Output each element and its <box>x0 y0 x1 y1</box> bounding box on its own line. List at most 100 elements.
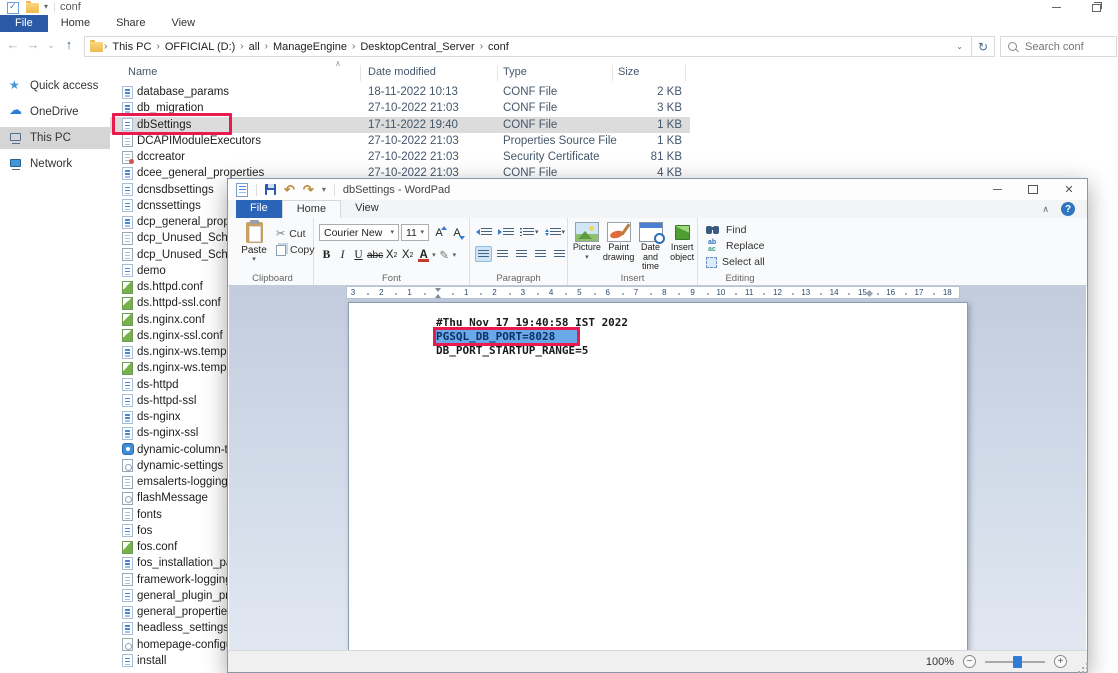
file-type-icon-conf <box>122 394 133 407</box>
zoom-slider-thumb[interactable] <box>1013 656 1022 668</box>
list-button[interactable]: ▾ <box>519 224 540 240</box>
properties-check-icon[interactable] <box>7 2 19 14</box>
search-box[interactable] <box>1000 36 1117 57</box>
sidebar-item-this-pc[interactable]: This PC <box>0 127 110 149</box>
explorer-minimize-button[interactable] <box>1040 0 1072 15</box>
computer-icon <box>9 131 23 145</box>
date-and-time-button[interactable]: Date and time <box>636 222 666 272</box>
breadcrumb-segment[interactable]: all <box>245 41 264 53</box>
recent-locations-dropdown-icon[interactable]: ⌄ <box>42 40 60 51</box>
wordpad-tab-home[interactable]: Home <box>282 200 341 218</box>
document-page[interactable]: #Thu Nov 17 19:40:58 IST 2022PGSQL_DB_PO… <box>348 302 968 651</box>
breadcrumb-segment[interactable]: OFFICIAL (D:) <box>161 41 239 53</box>
paste-button[interactable]: Paste ▾ <box>237 222 271 263</box>
explorer-tab-view[interactable]: View <box>158 15 208 32</box>
wordpad-tab-view[interactable]: View <box>341 200 393 218</box>
right-indent-marker[interactable] <box>866 290 873 297</box>
explorer-tab-share[interactable]: Share <box>103 15 158 32</box>
copy-button[interactable]: Copy <box>276 242 315 258</box>
cut-button[interactable]: ✂Cut <box>276 226 315 242</box>
customize-toolbar-dropdown-icon[interactable]: ▾ <box>322 185 326 194</box>
font-size-select[interactable]: 11▾ <box>401 224 429 241</box>
file-row[interactable]: dccreator 27-10-2022 21:03 Security Cert… <box>110 149 1118 165</box>
justify-button[interactable] <box>532 246 549 262</box>
save-button[interactable] <box>265 184 276 195</box>
address-dropdown-icon[interactable]: ⌄ <box>956 42 966 51</box>
wordpad-maximize-button[interactable] <box>1015 179 1051 200</box>
paint-drawing-button[interactable]: Paint drawing <box>604 222 634 272</box>
file-type-icon-green <box>122 362 133 375</box>
superscript-button[interactable]: X2 <box>400 247 415 263</box>
forward-button[interactable]: → <box>24 37 42 52</box>
column-header-date-modified[interactable]: Date modified <box>368 66 436 78</box>
column-header-size[interactable]: Size <box>618 66 682 78</box>
resize-grip[interactable] <box>1082 667 1084 669</box>
picture-button[interactable]: Picture ▾ <box>572 222 602 272</box>
decrease-indent-button[interactable] <box>475 224 493 240</box>
selected-text[interactable]: PGSQL_DB_PORT=8028 <box>436 330 577 343</box>
undo-button[interactable]: ↶ <box>284 183 295 196</box>
font-family-select[interactable]: Courier New▾ <box>319 224 399 241</box>
file-row[interactable]: database_params 18-11-2022 10:13 CONF Fi… <box>110 84 1118 100</box>
help-button[interactable]: ? <box>1061 202 1075 216</box>
align-right-button[interactable] <box>513 246 530 262</box>
highlight-color-button[interactable]: ✎ <box>437 247 452 263</box>
file-row[interactable]: DCAPIModuleExecutors 27-10-2022 21:03 Pr… <box>110 133 1118 149</box>
network-icon <box>9 157 23 171</box>
collapse-ribbon-icon[interactable]: ∧ <box>1042 204 1049 215</box>
paint-icon <box>607 222 631 242</box>
find-button[interactable]: Find <box>706 223 782 237</box>
zoom-slider[interactable] <box>985 661 1045 663</box>
explorer-restore-button[interactable] <box>1080 0 1112 15</box>
wordpad-close-button[interactable]: ✕ <box>1051 179 1087 200</box>
back-button[interactable]: ← <box>4 37 22 52</box>
underline-button[interactable]: U <box>351 247 366 263</box>
file-row[interactable]: db_migration 27-10-2022 21:03 CONF File … <box>110 100 1118 116</box>
search-input[interactable] <box>1023 40 1107 54</box>
redo-button[interactable]: ↷ <box>303 183 314 196</box>
select-all-button[interactable]: Select all <box>706 255 782 269</box>
strikethrough-button[interactable]: abc <box>367 247 383 263</box>
font-color-button[interactable]: A <box>416 247 431 263</box>
insert-object-button[interactable]: Insert object <box>667 222 697 272</box>
breadcrumb-segment[interactable]: DesktopCentral_Server <box>356 41 478 53</box>
document-text[interactable]: #Thu Nov 17 19:40:58 IST 2022PGSQL_DB_PO… <box>436 316 628 358</box>
wordpad-minimize-button[interactable] <box>979 179 1015 200</box>
italic-button[interactable]: I <box>335 247 350 263</box>
ruler[interactable]: 321123456789101112131415161718 <box>346 286 960 299</box>
sidebar-item-onedrive[interactable]: OneDrive <box>0 101 110 123</box>
group-label-clipboard: Clipboard <box>232 273 313 284</box>
subscript-button[interactable]: X2 <box>384 247 399 263</box>
breadcrumb-segment[interactable]: conf <box>484 41 513 53</box>
breadcrumb-segment[interactable]: This PC <box>108 41 155 53</box>
insert-group: Picture ▾ Paint drawing Date and time In… <box>568 218 698 285</box>
wordpad-tab-file[interactable]: File <box>236 200 282 218</box>
replace-button[interactable]: Replace <box>706 239 782 253</box>
grow-font-button[interactable]: A <box>431 225 447 241</box>
indent-marker[interactable] <box>435 288 441 298</box>
increase-indent-button[interactable] <box>497 224 515 240</box>
column-header-name[interactable]: Name <box>128 66 157 78</box>
zoom-out-button[interactable]: − <box>963 655 976 668</box>
align-center-button[interactable] <box>494 246 511 262</box>
zoom-in-button[interactable]: + <box>1054 655 1067 668</box>
sort-ascending-icon[interactable]: ∧ <box>335 59 341 68</box>
shrink-font-button[interactable]: A <box>449 225 465 241</box>
file-type-icon-unknown <box>122 492 133 505</box>
up-button[interactable]: ↑ <box>60 37 78 52</box>
line-spacing-button[interactable]: ▾ <box>544 224 567 240</box>
column-header-type[interactable]: Type <box>503 66 527 78</box>
refresh-button[interactable]: ↻ <box>972 36 995 57</box>
align-left-button[interactable] <box>475 246 492 262</box>
sidebar-item-quick-access[interactable]: Quick access <box>0 75 110 97</box>
sidebar-item-network[interactable]: Network <box>0 153 110 175</box>
explorer-tab-file[interactable]: File <box>0 15 48 32</box>
explorer-address-row: ← → ⌄ ↑ › This PC›OFFICIAL (D:)›all›Mana… <box>0 32 1118 61</box>
quick-access-toolbar-dropdown-icon[interactable]: ▾ <box>44 2 48 11</box>
paragraph-settings-button[interactable] <box>551 246 568 262</box>
address-bar[interactable]: › This PC›OFFICIAL (D:)›all›ManageEngine… <box>84 36 972 57</box>
breadcrumb-segment[interactable]: ManageEngine <box>269 41 351 53</box>
bold-button[interactable]: B <box>319 247 334 263</box>
editing-group: Find Replace Select all Editing <box>698 218 782 285</box>
explorer-tab-home[interactable]: Home <box>48 15 103 32</box>
